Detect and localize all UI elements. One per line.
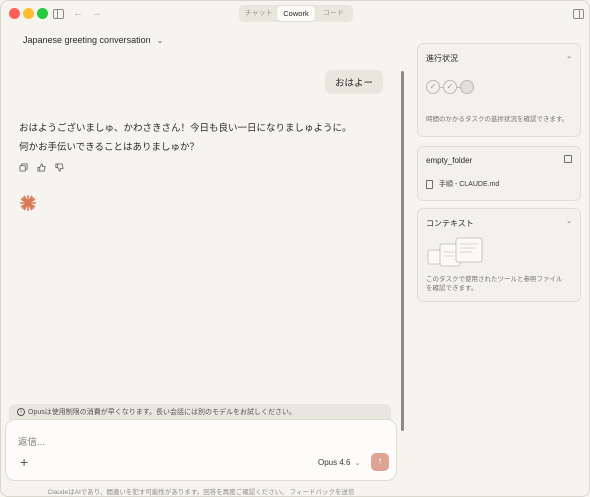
context-panel-title: コンテキスト bbox=[426, 219, 474, 228]
step-done-icon: ✓ bbox=[443, 80, 457, 94]
chevron-down-icon[interactable]: ⌄ bbox=[566, 217, 572, 225]
tab-code[interactable]: コード bbox=[315, 6, 352, 21]
chevron-down-icon: ⌄ bbox=[354, 459, 361, 467]
conversation-title-dropdown[interactable]: Japanese greeting conversation ⌄ bbox=[23, 35, 163, 45]
progress-panel-description: 時間のかかるタスクの進捗状況を確認できます。 bbox=[426, 116, 569, 123]
forward-arrow-icon[interactable]: → bbox=[91, 7, 102, 20]
claude-spark-icon bbox=[19, 194, 37, 212]
info-icon: i bbox=[17, 408, 25, 416]
context-description-line: を確認できます。 bbox=[426, 285, 478, 292]
message-actions bbox=[19, 163, 64, 172]
reply-input[interactable]: 返信... bbox=[18, 434, 45, 448]
chevron-down-icon[interactable]: ⌄ bbox=[566, 52, 572, 60]
sidebar-toggle-icon[interactable] bbox=[53, 9, 64, 19]
title-bar: ← → チャット Cowork コード bbox=[1, 1, 589, 27]
context-panel: コンテキスト ⌄ このタスクで使用されたツールと参照ファイル を確認できます。 bbox=[417, 208, 581, 302]
step-done-icon: ✓ bbox=[426, 80, 440, 94]
file-name: 手順 - CLAUDE.md bbox=[439, 181, 500, 188]
folder-panel-title: empty_folder bbox=[426, 156, 473, 165]
usage-notice: i Opusは使用制限の消費が早くなります。長い会話には別のモデルをお試しくださ… bbox=[9, 404, 391, 420]
assistant-message-line: おはようございましゅ、かわさきさん！今日も良い一日になりましゅように。 bbox=[19, 123, 352, 134]
mode-switcher: チャット Cowork コード bbox=[239, 5, 353, 22]
disclaimer: ClaudeはAIであり、間違いを犯す可能性があります。回答を再度ご確認ください… bbox=[47, 489, 355, 496]
usage-notice-text: Opusは使用制限の消費が早くなります。長い会話には別のモデルをお試しください。 bbox=[28, 409, 297, 416]
user-message: おはよー bbox=[324, 70, 383, 94]
assistant-message-line: 何かお手伝いできることはありましゅか？ bbox=[19, 142, 200, 153]
copy-icon[interactable] bbox=[19, 163, 28, 172]
file-item[interactable]: 手順 - CLAUDE.md bbox=[426, 179, 499, 189]
tab-chat[interactable]: チャット bbox=[240, 6, 277, 21]
progress-panel: 進行状況 ⌄ ✓ ✓ 時間のかかるタスクの進捗状況を確認できます。 bbox=[417, 43, 581, 137]
thumbs-down-icon[interactable] bbox=[55, 163, 64, 172]
zoom-window-button[interactable] bbox=[37, 8, 48, 19]
context-illustration-icon bbox=[427, 237, 483, 267]
file-icon bbox=[426, 179, 433, 189]
open-external-icon[interactable] bbox=[564, 155, 572, 163]
model-selector[interactable]: Opus 4.6 ⌄ bbox=[318, 458, 360, 467]
send-button[interactable]: ↑ bbox=[371, 453, 389, 471]
chat-scrollbar[interactable] bbox=[401, 71, 404, 431]
thumbs-up-icon[interactable] bbox=[37, 163, 46, 172]
composer: 返信... + Opus 4.6 ⌄ ↑ bbox=[5, 419, 397, 481]
arrow-up-icon: ↑ bbox=[377, 456, 383, 467]
right-panel-toggle-icon[interactable] bbox=[573, 9, 584, 19]
progress-panel-title: 進行状況 bbox=[426, 54, 458, 63]
app-window: ← → チャット Cowork コード Japanese greeting co… bbox=[0, 0, 590, 497]
add-attachment-button[interactable]: + bbox=[20, 455, 28, 469]
model-name: Opus 4.6 bbox=[318, 458, 351, 467]
step-pending-icon bbox=[460, 80, 474, 94]
chevron-down-icon: ⌄ bbox=[156, 35, 164, 45]
close-window-button[interactable] bbox=[9, 8, 20, 19]
context-panel-description: このタスクで使用されたツールと参照ファイル を確認できます。 bbox=[426, 275, 563, 293]
conversation-title: Japanese greeting conversation bbox=[23, 35, 151, 45]
minimize-window-button[interactable] bbox=[23, 8, 34, 19]
folder-panel: empty_folder 手順 - CLAUDE.md bbox=[417, 146, 581, 201]
progress-steps: ✓ ✓ bbox=[426, 80, 474, 94]
context-description-line: このタスクで使用されたツールと参照ファイル bbox=[426, 276, 563, 283]
tab-cowork[interactable]: Cowork bbox=[277, 6, 315, 21]
back-arrow-icon[interactable]: ← bbox=[73, 7, 84, 20]
